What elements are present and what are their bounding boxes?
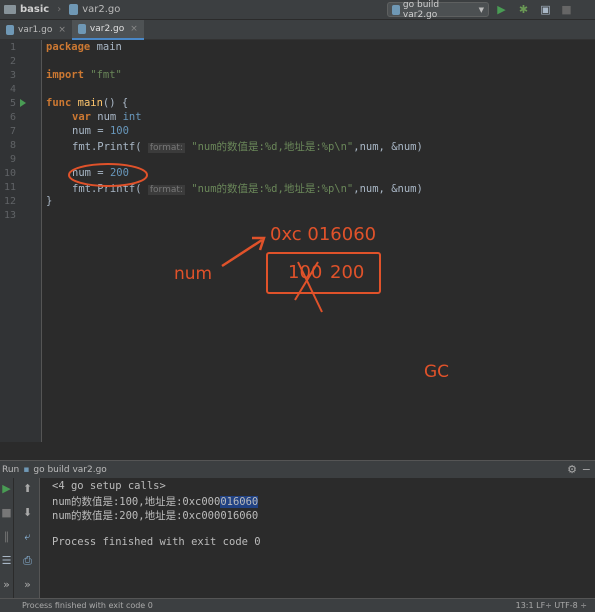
pause-icon[interactable]: ∥ bbox=[0, 530, 13, 543]
print-icon[interactable]: ⎙ bbox=[21, 554, 34, 567]
expand-icon[interactable]: » bbox=[21, 578, 34, 591]
layout-icon[interactable]: ☰ bbox=[0, 554, 13, 567]
address-annotation: 0xc 016060 bbox=[270, 224, 377, 245]
status-message: Process finished with exit code 0 bbox=[22, 601, 153, 610]
soft-wrap-icon[interactable]: ⤶ bbox=[21, 530, 34, 543]
arrow-up-icon[interactable]: ⬆ bbox=[21, 482, 34, 495]
console-text: num的数值是:100,地址是:0xc000 bbox=[52, 496, 221, 508]
rerun-icon[interactable]: ▶ bbox=[0, 482, 13, 495]
console-line: Process finished with exit code 0 bbox=[52, 536, 261, 548]
run-panel-config[interactable]: go build var2.go bbox=[33, 465, 106, 475]
console-line: num的数值是:100,地址是:0xc000016060 bbox=[52, 494, 259, 509]
run-panel-header: Run ▪ go build var2.go ⚙ − bbox=[0, 460, 595, 478]
status-info[interactable]: 13:1 LF÷ UTF-8 ÷ bbox=[516, 601, 587, 610]
gc-annotation: GC bbox=[424, 362, 450, 382]
go-file-icon: ▪ bbox=[23, 464, 30, 475]
console-line: num的数值是:200,地址是:0xc000016060 bbox=[52, 510, 259, 522]
run-panel-title[interactable]: Run bbox=[2, 465, 19, 475]
gear-icon[interactable]: ⚙ bbox=[567, 463, 577, 476]
run-toolbar-right: ⬆ ⬇ ⤶ ⎙ » bbox=[14, 478, 40, 598]
stop-icon[interactable]: ■ bbox=[0, 506, 13, 519]
arrow-annotation bbox=[221, 238, 263, 268]
circle-annotation bbox=[68, 163, 148, 187]
console-line: <4 go setup calls> bbox=[52, 480, 166, 492]
minimize-icon[interactable]: − bbox=[582, 463, 591, 476]
selected-text: 016060 bbox=[220, 496, 259, 508]
expand-icon[interactable]: » bbox=[0, 578, 13, 591]
run-toolbar-left: ▶ ■ ∥ ☰ » bbox=[0, 478, 14, 598]
run-console[interactable]: <4 go setup calls> num的数值是:100,地址是:0xc00… bbox=[42, 478, 595, 598]
arrow-down-icon[interactable]: ⬇ bbox=[21, 506, 34, 519]
new-value-annotation: 200 bbox=[330, 262, 365, 283]
old-value-annotation: 100 bbox=[288, 262, 323, 283]
status-bar: Process finished with exit code 0 13:1 L… bbox=[0, 598, 595, 612]
variable-annotation: num bbox=[174, 264, 213, 284]
